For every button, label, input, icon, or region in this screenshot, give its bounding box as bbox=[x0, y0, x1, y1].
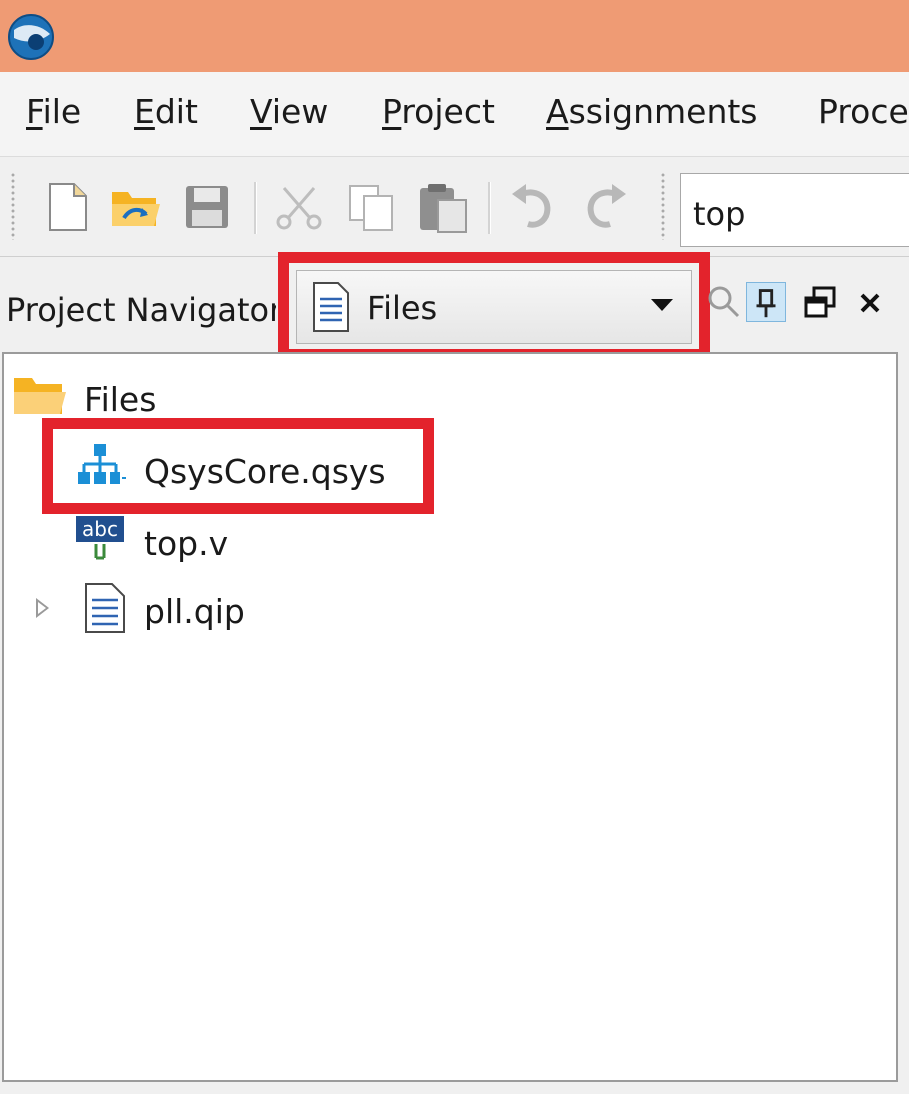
menu-edit[interactable]: Edit bbox=[134, 92, 198, 132]
tree-item-qsyscore[interactable]: QsysCore.qsys bbox=[74, 442, 414, 502]
dropdown-value: Files bbox=[367, 289, 438, 327]
tree-item-label: top.v bbox=[144, 524, 229, 563]
menu-project[interactable]: Project bbox=[382, 92, 495, 132]
title-bar bbox=[0, 0, 909, 72]
folder-icon bbox=[14, 370, 66, 422]
quartus-logo-icon[interactable] bbox=[6, 12, 56, 62]
menu-assignments[interactable]: Assignments bbox=[546, 92, 758, 132]
panel-title: Project Navigator bbox=[6, 291, 276, 329]
search-icon[interactable] bbox=[704, 282, 744, 322]
copy-icon[interactable] bbox=[342, 178, 400, 236]
cut-icon[interactable] bbox=[270, 178, 328, 236]
menu-view[interactable]: View bbox=[250, 92, 328, 132]
toolbar-separator bbox=[488, 182, 491, 234]
files-tree: Files QsysCore.qsys abc top.v pll.qip bbox=[2, 352, 898, 1082]
tree-root-label: Files bbox=[84, 380, 157, 419]
pin-icon[interactable] bbox=[746, 282, 786, 322]
navigator-view-dropdown[interactable]: Files bbox=[296, 270, 692, 344]
open-file-icon[interactable] bbox=[106, 178, 164, 236]
tree-item-label: QsysCore.qsys bbox=[144, 452, 386, 491]
new-file-icon[interactable] bbox=[40, 178, 98, 236]
toolbar-grip[interactable] bbox=[660, 172, 666, 240]
menu-processing[interactable]: Proce bbox=[818, 92, 909, 132]
menu-file[interactable]: File bbox=[26, 92, 81, 132]
toolbar-separator bbox=[254, 182, 257, 234]
verilog-file-icon: abc bbox=[74, 514, 126, 566]
tree-item-pll-qip[interactable]: pll.qip bbox=[80, 582, 280, 642]
top-level-entity-field[interactable]: top bbox=[680, 173, 909, 247]
redo-icon[interactable] bbox=[576, 178, 634, 236]
float-window-icon[interactable] bbox=[800, 282, 840, 322]
undo-icon[interactable] bbox=[504, 178, 562, 236]
tree-item-top-v[interactable]: abc top.v bbox=[74, 514, 274, 574]
toolbar-grip[interactable] bbox=[10, 172, 16, 240]
menu-bar: File Edit View Project Assignments Proce bbox=[0, 72, 909, 157]
save-icon[interactable] bbox=[178, 178, 236, 236]
expand-arrow-icon[interactable] bbox=[36, 598, 49, 618]
tree-root-files[interactable]: Files bbox=[14, 370, 314, 430]
qip-file-icon bbox=[80, 582, 132, 634]
svg-text:abc: abc bbox=[82, 517, 118, 541]
qsys-system-icon bbox=[74, 442, 126, 494]
paste-icon[interactable] bbox=[414, 178, 472, 236]
chevron-down-icon bbox=[651, 299, 673, 311]
tree-item-label: pll.qip bbox=[144, 592, 245, 631]
document-icon bbox=[313, 282, 349, 332]
close-icon[interactable] bbox=[850, 282, 890, 322]
